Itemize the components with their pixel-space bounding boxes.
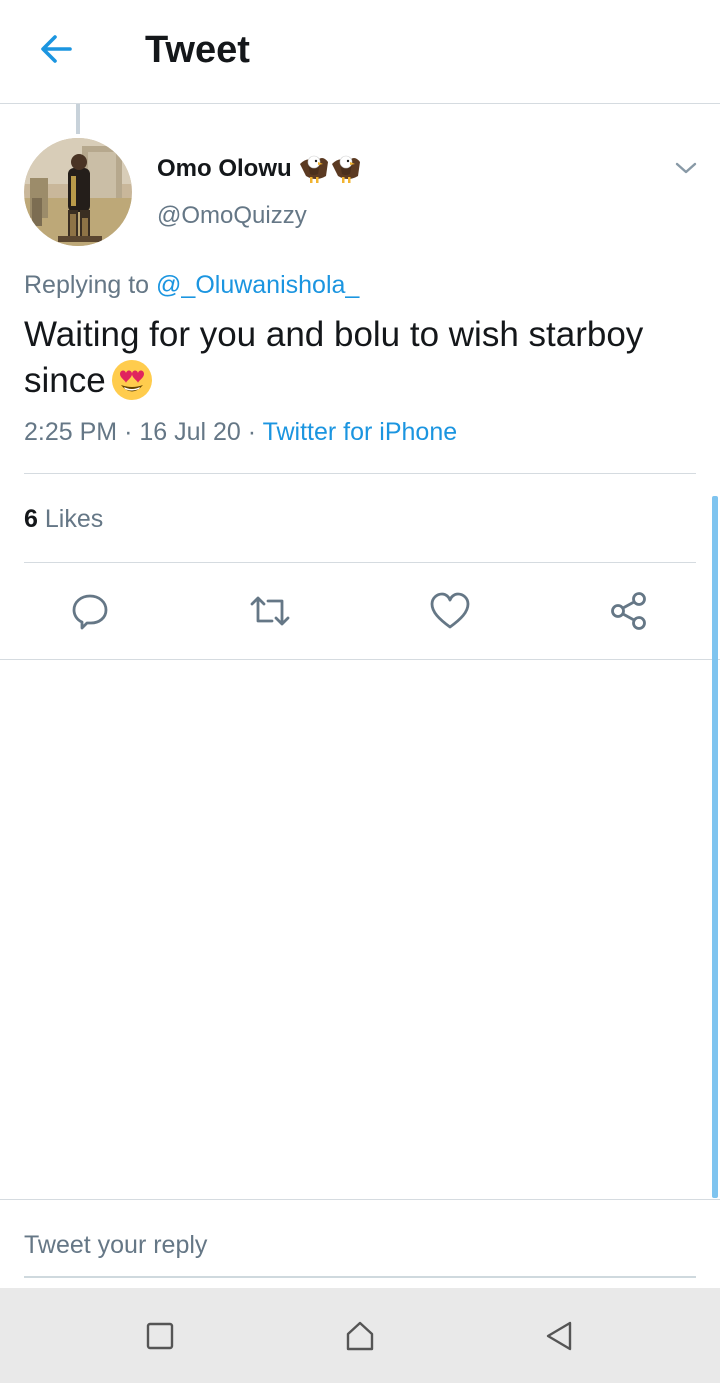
- likes-label: Likes: [44, 505, 104, 533]
- author-display-name[interactable]: Omo Olowu: [157, 154, 292, 184]
- reply-input[interactable]: Tweet your reply: [24, 1222, 696, 1278]
- chevron-down-icon: [675, 162, 697, 174]
- replying-to: Replying to @_Oluwanishola_: [24, 268, 359, 302]
- tweet-date: 16 Jul 20: [139, 418, 241, 446]
- heart-icon: [430, 592, 470, 629]
- recents-button[interactable]: [132, 1308, 188, 1364]
- thread-connector-line: [76, 104, 80, 134]
- arrow-left-icon: [41, 35, 72, 63]
- share-icon: [611, 592, 646, 630]
- likes-number: 6: [24, 505, 38, 533]
- scrollbar[interactable]: [712, 496, 718, 1198]
- likes-count[interactable]: 6 Likes: [24, 502, 103, 536]
- recents-icon: [146, 1322, 174, 1350]
- heart-eyes-emoji-icon: [111, 360, 152, 400]
- back-button[interactable]: [30, 26, 82, 72]
- system-back-button[interactable]: [531, 1308, 587, 1364]
- page-title: Tweet: [145, 29, 250, 71]
- avatar[interactable]: [24, 138, 132, 246]
- eagle-emoji-icon: [298, 150, 364, 188]
- replying-to-label: Replying to: [24, 271, 150, 299]
- back-triangle-icon: [546, 1321, 572, 1351]
- divider: [0, 1199, 720, 1200]
- home-icon: [346, 1321, 374, 1351]
- home-button[interactable]: [332, 1308, 388, 1364]
- tweet-meta: 2:25 PM · 16 Jul 20 · Twitter for iPhone: [24, 415, 457, 449]
- author-handle[interactable]: @OmoQuizzy: [157, 200, 307, 232]
- share-button[interactable]: [604, 586, 654, 636]
- tweet-text: Waiting for you and bolu to wish starboy…: [24, 312, 704, 404]
- replying-to-link[interactable]: @_Oluwanishola_: [156, 271, 359, 299]
- tweet-time: 2:25 PM: [24, 418, 118, 446]
- meta-separator: ·: [247, 418, 257, 446]
- meta-separator: ·: [124, 418, 133, 446]
- tweet-options-button[interactable]: [670, 154, 702, 182]
- like-button[interactable]: [425, 586, 475, 636]
- retweet-button[interactable]: [245, 586, 295, 636]
- avatar-photo: [24, 138, 132, 246]
- divider: [24, 562, 696, 563]
- retweet-icon: [250, 596, 290, 626]
- top-app-bar: Tweet: [0, 0, 720, 104]
- divider: [0, 659, 720, 660]
- reply-icon: [72, 594, 108, 630]
- reply-button[interactable]: [65, 586, 115, 636]
- divider: [24, 473, 696, 474]
- tweet-source-link[interactable]: Twitter for iPhone: [263, 418, 458, 446]
- system-navigation-bar: [0, 1288, 720, 1383]
